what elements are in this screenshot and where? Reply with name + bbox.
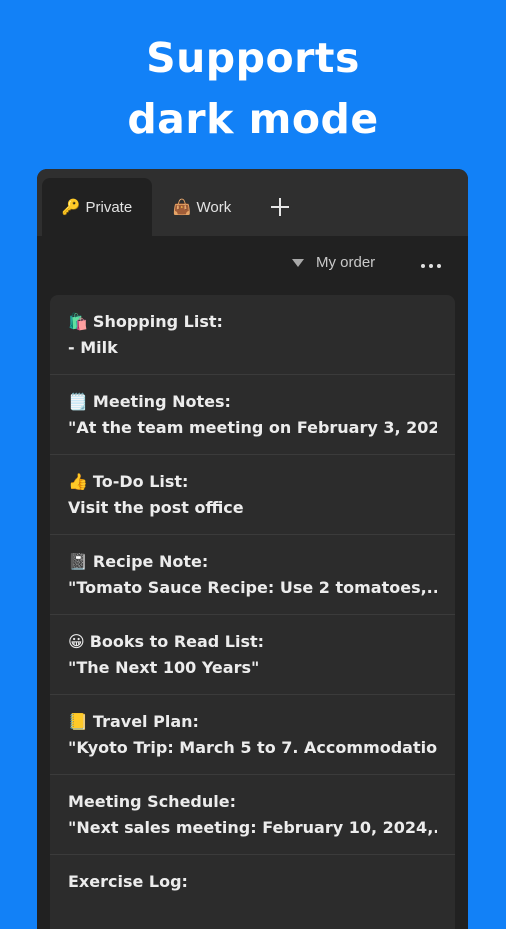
note-item[interactable]: 📓 Recipe Note: "Tomato Sauce Recipe: Use … [50,535,455,615]
note-title: Meeting Notes: [92,392,231,411]
note-preview: "At the team meeting on February 3, 202.… [68,418,437,437]
sort-label: My order [316,254,376,271]
tab-private[interactable]: 🔑 Private [42,178,152,236]
headline-line-2: dark mode [127,95,379,143]
note-title: To-Do List: [92,472,189,491]
note-title: Books to Read List: [89,632,265,651]
note-preview: Visit the post office [68,498,244,517]
note-preview: "Kyoto Trip: March 5 to 7. Accommodatio.… [68,738,437,757]
app-window: 🔑 Private 👜 Work My order 🛍️ Shopping Lis… [37,169,468,929]
tab-work[interactable]: 👜 Work [157,178,247,236]
tab-bar: 🔑 Private 👜 Work [37,169,468,236]
note-title: Travel Plan: [92,712,199,731]
headline-line-1: Supports [146,34,360,82]
notebook-icon: 📓 [68,552,88,571]
note-preview: "Tomato Sauce Recipe: Use 2 tomatoes,... [68,578,437,597]
list-toolbar: My order [37,236,468,294]
notepad-icon: 🗒️ [68,392,88,411]
note-item[interactable]: Exercise Log: [50,855,455,929]
note-item[interactable]: Meeting Schedule: "Next sales meeting: F… [50,775,455,855]
more-horizontal-icon [421,264,425,268]
shopping-bags-icon: 🛍️ [68,312,88,331]
note-item[interactable]: 🗒️ Meeting Notes: "At the team meeting on… [50,375,455,455]
bag-icon: 👜 [172,199,192,216]
note-title: Recipe Note: [92,552,209,571]
thumbs-up-icon: 👍 [68,472,88,491]
notes-list: 🛍️ Shopping List: - Milk 🗒️ Meeting Notes:… [50,295,455,929]
sort-button[interactable]: My order [292,254,375,271]
key-icon: 🔑 [61,199,81,216]
note-title: Shopping List: [92,312,223,331]
note-item[interactable]: 😀 Books to Read List: "The Next 100 Years… [50,615,455,695]
note-preview: "The Next 100 Years" [68,658,260,677]
filter-icon [292,258,304,267]
ledger-icon: 📒 [68,712,88,731]
note-title: Exercise Log: [68,872,188,891]
plus-icon [271,198,289,216]
tab-label: Private [85,198,133,216]
grinning-face-icon: 😀 [68,632,85,651]
note-item[interactable]: 👍 To-Do List: Visit the post office [50,455,455,535]
note-item[interactable]: 🛍️ Shopping List: - Milk [50,295,455,375]
more-options-button[interactable] [421,264,441,268]
tab-label: Work [196,198,232,216]
note-preview: "Next sales meeting: February 10, 2024,.… [68,818,437,837]
add-tab-button[interactable] [262,178,298,236]
note-item[interactable]: 📒 Travel Plan: "Kyoto Trip: March 5 to 7.… [50,695,455,775]
note-preview: - Milk [68,338,118,357]
note-title: Meeting Schedule: [68,792,236,811]
